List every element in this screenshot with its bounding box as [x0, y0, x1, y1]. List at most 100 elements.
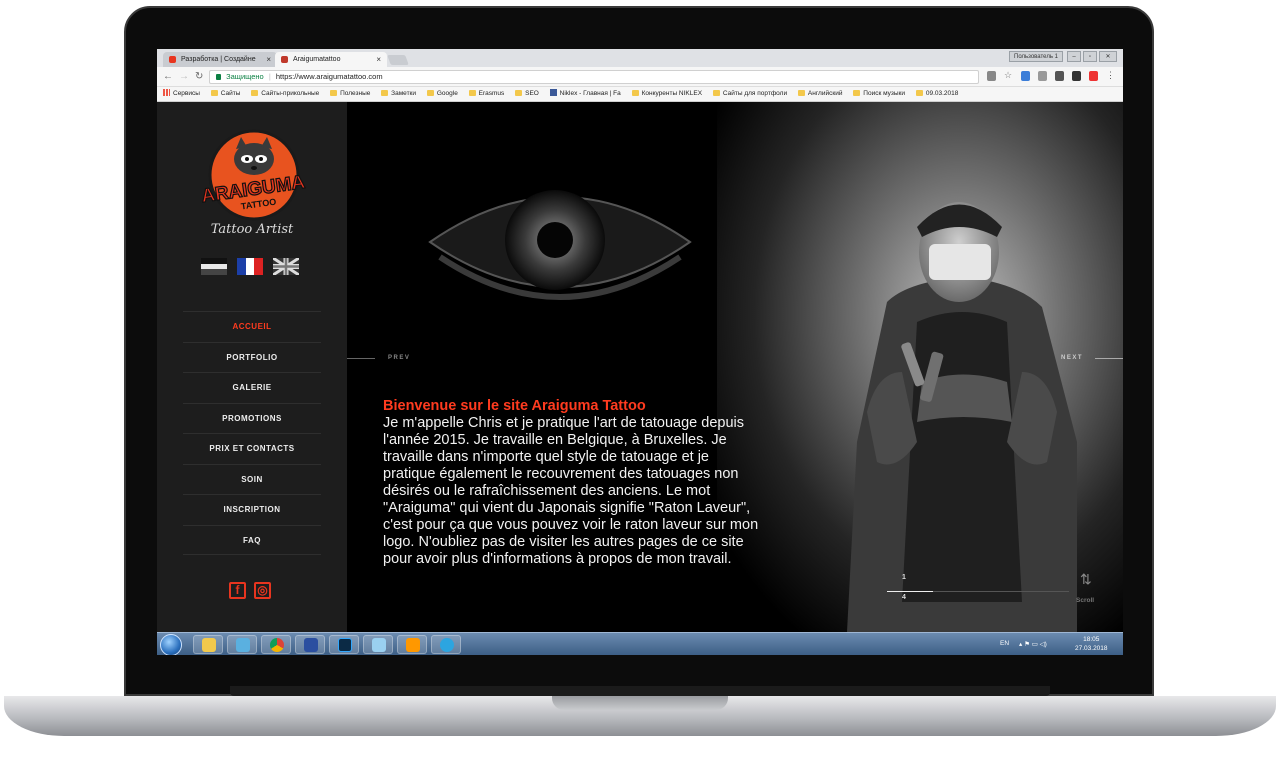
- browser-tab-1[interactable]: Разработка | Создайне ×: [163, 52, 277, 67]
- folder-icon: [631, 90, 639, 96]
- bookmark-item[interactable]: Английский: [797, 87, 842, 101]
- instagram-icon[interactable]: ◎: [254, 582, 271, 599]
- taskbar-sublime[interactable]: [397, 635, 427, 654]
- browser-tabbar: Разработка | Создайне × Araigumatattoo ×…: [157, 49, 1123, 67]
- tab-close-icon[interactable]: ×: [376, 52, 381, 67]
- bookmark-item[interactable]: Сайты-прикольные: [251, 87, 319, 101]
- flag-fr-icon[interactable]: [237, 258, 263, 275]
- minimize-button[interactable]: –: [1067, 51, 1081, 62]
- profile-button[interactable]: Пользователь 1: [1009, 51, 1063, 62]
- flag-de-icon[interactable]: [201, 258, 227, 275]
- folder-icon: [468, 90, 476, 96]
- bookmarks-bar: Сервисы Сайты Сайты-прикольные Полезные …: [157, 87, 1123, 102]
- bookmark-item[interactable]: Конкуренты NIKLEX: [631, 87, 702, 101]
- slide-progress: [887, 591, 1069, 592]
- windows-taskbar: EN ▴ ⚑ ▭ ◁) 18:05 27.03.2018: [157, 632, 1123, 655]
- bookmark-item[interactable]: Полезные: [330, 87, 370, 101]
- folder-icon: [210, 90, 218, 96]
- taskbar-explorer[interactable]: [193, 635, 223, 654]
- nav-item-soin[interactable]: SOIN: [183, 463, 321, 495]
- slide-progress-fill: [887, 591, 933, 592]
- taskbar-telegram[interactable]: [431, 635, 461, 654]
- nav-item-prix-et-contacts[interactable]: PRIX ET CONTACTS: [183, 433, 321, 464]
- flag-uk-icon[interactable]: [273, 258, 299, 275]
- bookmark-item[interactable]: Niklex - Главная | Fa: [549, 87, 621, 101]
- folder-icon: [712, 90, 720, 96]
- araiguma-logo[interactable]: ARAIGUMA TATTOO: [199, 127, 309, 223]
- start-button[interactable]: [160, 634, 182, 655]
- hero-body: Je m'appelle Chris et je pratique l'art …: [383, 415, 759, 567]
- bookmark-item[interactable]: Поиск музыки: [853, 87, 905, 101]
- nav-item-accueil[interactable]: ACCUEIL: [183, 311, 321, 342]
- tab-favicon-icon: [281, 56, 288, 63]
- browser-toolbar: ← → ↻ Защищено | https://www.araigumatat…: [157, 67, 1123, 87]
- hero-text-block: Bienvenue sur le site Araiguma Tattoo Je…: [383, 398, 763, 568]
- slide-current: 1: [902, 574, 906, 581]
- folder-icon: [915, 90, 923, 96]
- tray-icons[interactable]: ▴ ⚑ ▭ ◁): [1019, 640, 1047, 648]
- scroll-arrows-icon[interactable]: ⇅: [1080, 571, 1092, 588]
- extension-icon[interactable]: [1072, 71, 1081, 81]
- translate-icon[interactable]: [987, 71, 996, 81]
- taskbar-save[interactable]: [295, 635, 325, 654]
- bookmark-item[interactable]: 09.03.2018: [915, 87, 958, 101]
- folder-icon: [853, 90, 861, 96]
- new-tab-button[interactable]: [387, 55, 409, 65]
- taskbar-notes[interactable]: [363, 635, 393, 654]
- laptop-notch: [552, 696, 728, 710]
- back-arrow-icon[interactable]: ←: [163, 71, 173, 82]
- tab-title: Araigumatattoo: [293, 56, 341, 63]
- clock-date: 27.03.2018: [1075, 645, 1108, 652]
- scroll-label: Scroll: [1076, 597, 1095, 604]
- taskbar-network[interactable]: [227, 635, 257, 654]
- folder-icon: [381, 90, 389, 96]
- extension-icon[interactable]: [1038, 71, 1047, 81]
- tab-title: Разработка | Создайне: [181, 56, 256, 63]
- nav-item-promotions[interactable]: PROMOTIONS: [183, 402, 321, 434]
- folder-icon: [330, 90, 338, 96]
- extension-icon[interactable]: [1089, 71, 1098, 81]
- facebook-icon[interactable]: f: [229, 582, 246, 599]
- bookmark-item[interactable]: SEO: [515, 87, 539, 101]
- prev-button[interactable]: PREV: [388, 355, 410, 361]
- bookmark-item[interactable]: Сервисы: [163, 87, 200, 101]
- eye-artwork: [428, 190, 692, 300]
- laptop-bezel: [230, 686, 1050, 696]
- slide-total: 4: [902, 594, 906, 601]
- prev-line: [347, 358, 375, 359]
- bookmark-item[interactable]: Google: [426, 87, 458, 101]
- nav-item-faq[interactable]: FAQ: [183, 524, 321, 555]
- reload-icon[interactable]: ↻: [195, 71, 203, 82]
- language-indicator[interactable]: EN: [1000, 640, 1009, 647]
- extension-icon[interactable]: [1021, 71, 1030, 81]
- bookmark-item[interactable]: Сайты: [210, 87, 240, 101]
- bookmark-item[interactable]: Заметки: [381, 87, 416, 101]
- bookmark-item[interactable]: Erasmus: [468, 87, 504, 101]
- star-icon[interactable]: ☆: [1004, 71, 1013, 81]
- hero-slider: PREV NEXT Bienvenue sur le site Araiguma…: [347, 102, 1123, 632]
- browser-tab-2[interactable]: Araigumatattoo ×: [275, 52, 387, 67]
- nav-item-portfolio[interactable]: PORTFOLIO: [183, 341, 321, 373]
- menu-kebab-icon[interactable]: ⋮: [1106, 71, 1115, 81]
- folder-icon: [251, 90, 259, 96]
- taskbar-photoshop[interactable]: [329, 635, 359, 654]
- forward-arrow-icon[interactable]: →: [179, 71, 189, 82]
- apps-icon: [163, 89, 170, 96]
- facebook-icon: [549, 89, 557, 96]
- hero-title: Bienvenue sur le site Araiguma Tattoo: [383, 398, 646, 414]
- address-bar[interactable]: Защищено | https://www.araigumatattoo.co…: [209, 70, 979, 84]
- close-window-button[interactable]: ✕: [1099, 51, 1117, 62]
- bookmark-item[interactable]: Сайты для портфоли: [712, 87, 787, 101]
- maximize-button[interactable]: ▫: [1083, 51, 1097, 62]
- extension-icon[interactable]: [1055, 71, 1064, 81]
- tab-close-icon[interactable]: ×: [266, 52, 271, 67]
- taskbar-chrome[interactable]: [261, 635, 291, 654]
- url-text: https://www.araigumatattoo.com: [275, 72, 383, 81]
- taskbar-clock[interactable]: 18:05 27.03.2018: [1075, 635, 1108, 653]
- folder-icon: [797, 90, 805, 96]
- site-tagline: Tattoo Artist: [210, 222, 294, 237]
- next-button[interactable]: NEXT: [1061, 355, 1083, 361]
- laptop-screen: Разработка | Создайне × Araigumatattoo ×…: [157, 49, 1123, 655]
- nav-item-galerie[interactable]: GALERIE: [183, 372, 321, 403]
- nav-item-inscription[interactable]: INSCRIPTION: [183, 494, 321, 525]
